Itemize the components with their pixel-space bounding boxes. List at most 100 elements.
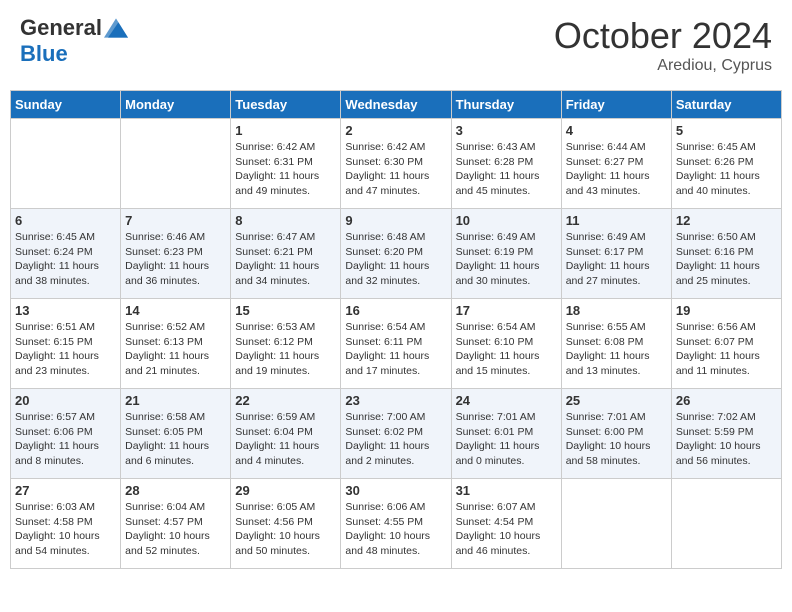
day-number: 11 (566, 213, 667, 228)
day-info: Sunrise: 6:46 AM Sunset: 6:23 PM Dayligh… (125, 230, 226, 289)
calendar-cell: 29 Sunrise: 6:05 AM Sunset: 4:56 PM Dayli… (231, 479, 341, 569)
calendar-cell: 20 Sunrise: 6:57 AM Sunset: 6:06 PM Dayli… (11, 389, 121, 479)
day-number: 28 (125, 483, 226, 498)
day-info: Sunrise: 6:45 AM Sunset: 6:24 PM Dayligh… (15, 230, 116, 289)
day-number: 20 (15, 393, 116, 408)
calendar-cell: 7Sunrise: 6:46 AM Sunset: 6:23 PM Daylig… (121, 209, 231, 299)
calendar-cell: 14 Sunrise: 6:52 AM Sunset: 6:13 PM Dayli… (121, 299, 231, 389)
calendar-cell: 22Sunrise: 6:59 AM Sunset: 6:04 PM Dayli… (231, 389, 341, 479)
calendar-cell: 2 Sunrise: 6:42 AM Sunset: 6:30 PM Daylig… (341, 119, 451, 209)
page-header: General Blue October 2024 Arediou, Cypru… (10, 10, 782, 80)
day-info: Sunrise: 6:55 AM Sunset: 6:08 PM Dayligh… (566, 320, 667, 379)
day-number: 24 (456, 393, 557, 408)
day-number: 17 (456, 303, 557, 318)
day-info: Sunrise: 7:00 AM Sunset: 6:02 PM Dayligh… (345, 410, 446, 469)
calendar-table: SundayMondayTuesdayWednesdayThursdayFrid… (10, 90, 782, 569)
day-info: Sunrise: 6:42 AM Sunset: 6:31 PM Dayligh… (235, 140, 336, 199)
day-info: Sunrise: 6:52 AM Sunset: 6:13 PM Dayligh… (125, 320, 226, 379)
day-info: Sunrise: 6:05 AM Sunset: 4:56 PM Dayligh… (235, 500, 336, 559)
day-number: 4 (566, 123, 667, 138)
logo-general-text: General (20, 15, 102, 41)
calendar-cell (121, 119, 231, 209)
day-number: 8 (235, 213, 336, 228)
day-number: 31 (456, 483, 557, 498)
day-number: 12 (676, 213, 777, 228)
day-info: Sunrise: 6:51 AM Sunset: 6:15 PM Dayligh… (15, 320, 116, 379)
calendar-week-3: 13 Sunrise: 6:51 AM Sunset: 6:15 PM Dayli… (11, 299, 782, 389)
calendar-week-1: 1 Sunrise: 6:42 AM Sunset: 6:31 PM Daylig… (11, 119, 782, 209)
calendar-cell: 17 Sunrise: 6:54 AM Sunset: 6:10 PM Dayli… (451, 299, 561, 389)
day-number: 19 (676, 303, 777, 318)
day-info: Sunrise: 7:01 AM Sunset: 6:00 PM Dayligh… (566, 410, 667, 469)
calendar-cell: 23 Sunrise: 7:00 AM Sunset: 6:02 PM Dayli… (341, 389, 451, 479)
day-info: Sunrise: 6:49 AM Sunset: 6:19 PM Dayligh… (456, 230, 557, 289)
weekday-header-wednesday: Wednesday (341, 91, 451, 119)
calendar-cell: 13 Sunrise: 6:51 AM Sunset: 6:15 PM Dayli… (11, 299, 121, 389)
day-info: Sunrise: 6:44 AM Sunset: 6:27 PM Dayligh… (566, 140, 667, 199)
day-number: 9 (345, 213, 446, 228)
logo: General Blue (20, 15, 128, 67)
day-info: Sunrise: 6:49 AM Sunset: 6:17 PM Dayligh… (566, 230, 667, 289)
day-number: 3 (456, 123, 557, 138)
day-number: 26 (676, 393, 777, 408)
calendar-cell: 5 Sunrise: 6:45 AM Sunset: 6:26 PM Daylig… (671, 119, 781, 209)
logo-icon (104, 16, 128, 40)
day-number: 13 (15, 303, 116, 318)
calendar-cell: 10 Sunrise: 6:49 AM Sunset: 6:19 PM Dayli… (451, 209, 561, 299)
calendar-cell: 9Sunrise: 6:48 AM Sunset: 6:20 PM Daylig… (341, 209, 451, 299)
calendar-week-5: 27 Sunrise: 6:03 AM Sunset: 4:58 PM Dayli… (11, 479, 782, 569)
weekday-header-sunday: Sunday (11, 91, 121, 119)
day-info: Sunrise: 6:54 AM Sunset: 6:10 PM Dayligh… (456, 320, 557, 379)
day-info: Sunrise: 6:57 AM Sunset: 6:06 PM Dayligh… (15, 410, 116, 469)
calendar-cell (671, 479, 781, 569)
calendar-cell: 28 Sunrise: 6:04 AM Sunset: 4:57 PM Dayli… (121, 479, 231, 569)
calendar-cell: 8 Sunrise: 6:47 AM Sunset: 6:21 PM Daylig… (231, 209, 341, 299)
calendar-cell: 15Sunrise: 6:53 AM Sunset: 6:12 PM Dayli… (231, 299, 341, 389)
calendar-cell: 6 Sunrise: 6:45 AM Sunset: 6:24 PM Daylig… (11, 209, 121, 299)
weekday-header-row: SundayMondayTuesdayWednesdayThursdayFrid… (11, 91, 782, 119)
calendar-cell: 19 Sunrise: 6:56 AM Sunset: 6:07 PM Dayli… (671, 299, 781, 389)
day-number: 2 (345, 123, 446, 138)
calendar-cell: 11 Sunrise: 6:49 AM Sunset: 6:17 PM Dayli… (561, 209, 671, 299)
day-number: 5 (676, 123, 777, 138)
day-number: 23 (345, 393, 446, 408)
calendar-cell: 4 Sunrise: 6:44 AM Sunset: 6:27 PM Daylig… (561, 119, 671, 209)
calendar-cell: 25Sunrise: 7:01 AM Sunset: 6:00 PM Dayli… (561, 389, 671, 479)
calendar-cell: 16Sunrise: 6:54 AM Sunset: 6:11 PM Dayli… (341, 299, 451, 389)
day-info: Sunrise: 6:43 AM Sunset: 6:28 PM Dayligh… (456, 140, 557, 199)
calendar-cell (11, 119, 121, 209)
day-info: Sunrise: 6:03 AM Sunset: 4:58 PM Dayligh… (15, 500, 116, 559)
calendar-cell: 31 Sunrise: 6:07 AM Sunset: 4:54 PM Dayli… (451, 479, 561, 569)
weekday-header-friday: Friday (561, 91, 671, 119)
day-number: 10 (456, 213, 557, 228)
day-info: Sunrise: 6:56 AM Sunset: 6:07 PM Dayligh… (676, 320, 777, 379)
day-number: 22 (235, 393, 336, 408)
logo-blue-text: Blue (20, 41, 68, 67)
calendar-cell: 30Sunrise: 6:06 AM Sunset: 4:55 PM Dayli… (341, 479, 451, 569)
day-info: Sunrise: 6:04 AM Sunset: 4:57 PM Dayligh… (125, 500, 226, 559)
day-info: Sunrise: 6:07 AM Sunset: 4:54 PM Dayligh… (456, 500, 557, 559)
day-info: Sunrise: 6:50 AM Sunset: 6:16 PM Dayligh… (676, 230, 777, 289)
day-info: Sunrise: 6:42 AM Sunset: 6:30 PM Dayligh… (345, 140, 446, 199)
day-number: 18 (566, 303, 667, 318)
calendar-cell: 1 Sunrise: 6:42 AM Sunset: 6:31 PM Daylig… (231, 119, 341, 209)
calendar-cell: 12 Sunrise: 6:50 AM Sunset: 6:16 PM Dayli… (671, 209, 781, 299)
calendar-cell: 26 Sunrise: 7:02 AM Sunset: 5:59 PM Dayli… (671, 389, 781, 479)
day-info: Sunrise: 6:58 AM Sunset: 6:05 PM Dayligh… (125, 410, 226, 469)
calendar-week-4: 20 Sunrise: 6:57 AM Sunset: 6:06 PM Dayli… (11, 389, 782, 479)
day-number: 6 (15, 213, 116, 228)
day-info: Sunrise: 7:02 AM Sunset: 5:59 PM Dayligh… (676, 410, 777, 469)
day-number: 14 (125, 303, 226, 318)
weekday-header-saturday: Saturday (671, 91, 781, 119)
day-number: 29 (235, 483, 336, 498)
calendar-cell: 3 Sunrise: 6:43 AM Sunset: 6:28 PM Daylig… (451, 119, 561, 209)
weekday-header-monday: Monday (121, 91, 231, 119)
day-number: 1 (235, 123, 336, 138)
day-info: Sunrise: 6:45 AM Sunset: 6:26 PM Dayligh… (676, 140, 777, 199)
calendar-cell (561, 479, 671, 569)
calendar-week-2: 6 Sunrise: 6:45 AM Sunset: 6:24 PM Daylig… (11, 209, 782, 299)
day-info: Sunrise: 6:47 AM Sunset: 6:21 PM Dayligh… (235, 230, 336, 289)
day-number: 21 (125, 393, 226, 408)
month-title: October 2024 (554, 15, 772, 57)
day-number: 27 (15, 483, 116, 498)
